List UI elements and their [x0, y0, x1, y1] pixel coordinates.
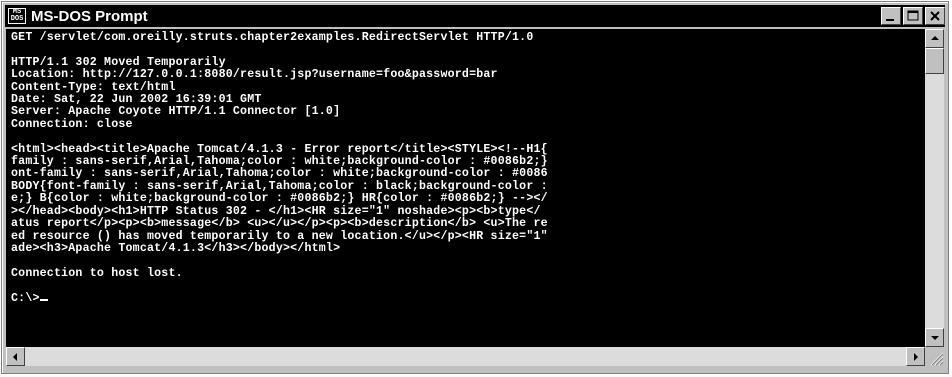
console-line: Connection to host lost.: [11, 266, 183, 280]
scroll-up-button[interactable]: [925, 29, 944, 48]
arrow-right-icon: [914, 353, 918, 361]
console-output[interactable]: GET /servlet/com.oreilly.struts.chapter2…: [6, 29, 925, 347]
ms-dos-window: MS DOS MS-DOS Prompt GET /servlet/com.or…: [1, 1, 949, 374]
console-line: Content-Type: text/html: [11, 80, 176, 94]
close-icon: [930, 11, 940, 21]
console-line: ></head><body><h1>HTTP Status 302 - </h1…: [11, 204, 541, 218]
ms-dos-icon[interactable]: MS DOS: [8, 8, 26, 24]
maximize-icon: [907, 10, 919, 21]
console-line: GET /servlet/com.oreilly.struts.chapter2…: [11, 31, 534, 44]
arrow-left-icon: [13, 353, 17, 361]
console-text: GET /servlet/com.oreilly.struts.chapter2…: [6, 29, 925, 305]
minimize-button[interactable]: [881, 7, 901, 25]
console-line: HTTP/1.1 302 Moved Temporarily: [11, 55, 226, 69]
scroll-down-button[interactable]: [925, 328, 944, 347]
minimize-icon: [886, 19, 894, 21]
icon-text-bottom: DOS: [10, 15, 24, 23]
console-line: Connection: close: [11, 117, 133, 131]
console-line: e;} B{color : white;background-color : #…: [11, 192, 548, 206]
console-line: Location: http://127.0.0.1:8080/result.j…: [11, 68, 498, 82]
scroll-right-button[interactable]: [906, 347, 925, 366]
console-line: atus report</p><p><b>message</b> <u></u>…: [11, 217, 548, 231]
scroll-left-button[interactable]: [6, 347, 25, 366]
resize-grip-icon: [930, 352, 944, 366]
close-button[interactable]: [925, 7, 945, 25]
console-line: BODY{font-family : sans-serif,Arial,Taho…: [11, 179, 548, 193]
console-line: family : sans-serif,Arial,Tahoma;color :…: [11, 155, 548, 169]
window-title: MS-DOS Prompt: [31, 7, 148, 25]
maximize-button[interactable]: [903, 7, 923, 25]
title-bar[interactable]: MS DOS MS-DOS Prompt: [5, 5, 945, 27]
console-line: C:\>: [11, 291, 40, 305]
vertical-scrollbar[interactable]: [925, 29, 944, 347]
console-line: <html><head><title>Apache Tomcat/4.1.3 -…: [11, 142, 548, 156]
console-line: ont-family : sans-serif,Arial,Tahoma;col…: [11, 167, 548, 181]
vertical-scroll-thumb[interactable]: [925, 48, 944, 74]
console-line: ed resource () has moved temporarily to …: [11, 229, 548, 243]
console-line: Server: Apache Coyote HTTP/1.1 Connector…: [11, 105, 341, 119]
window-controls: [879, 5, 945, 27]
arrow-up-icon: [931, 36, 939, 40]
resize-grip[interactable]: [925, 347, 944, 366]
console-line: Date: Sat, 22 Jun 2002 16:39:01 GMT: [11, 93, 262, 107]
console-line: ade><h3>Apache Tomcat/4.1.3</h3></body><…: [11, 241, 341, 255]
horizontal-scrollbar[interactable]: [6, 347, 925, 366]
arrow-down-icon: [931, 336, 939, 340]
text-cursor: [39, 298, 48, 301]
